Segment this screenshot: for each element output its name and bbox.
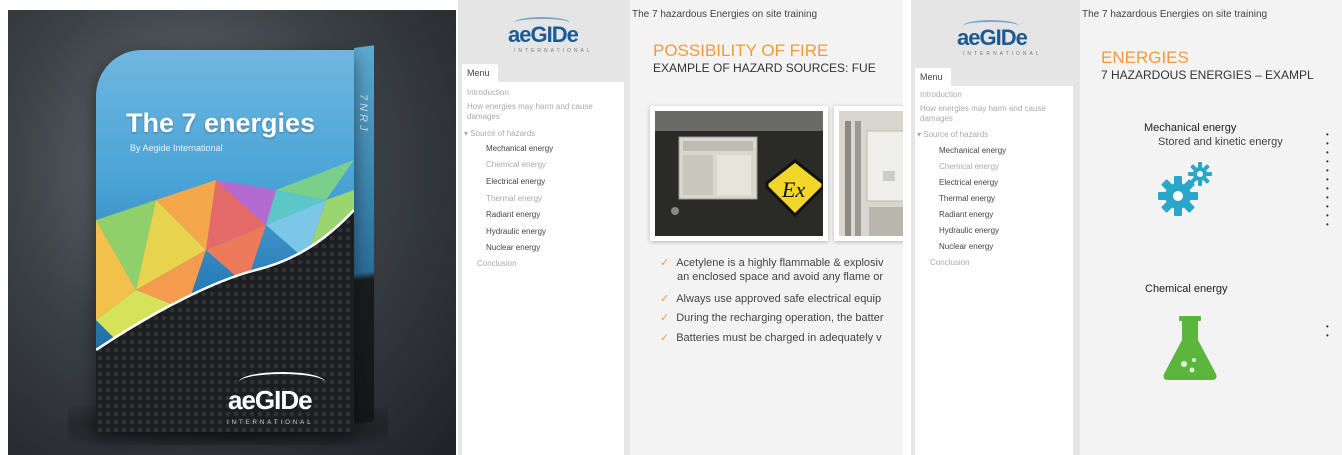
check-icon: ✓ <box>660 257 670 269</box>
menu-list: Introduction How energies may harm and c… <box>462 82 624 455</box>
slide-subtitle: EXAMPLE OF HAZARD SOURCES: FUE <box>653 61 876 75</box>
bullet-item: ✓ Acetylene is a highly flammable & explo… <box>660 257 884 269</box>
menu-item-source-of-hazards[interactable]: ▾ Source of hazards <box>464 129 535 138</box>
menu-item-conclusion[interactable]: Conclusion <box>930 258 970 267</box>
bullet-item: ✓ Always use approved safe electrical equ… <box>660 293 882 305</box>
menu-item-source-of-hazards[interactable]: ▾ Source of hazards <box>917 130 988 139</box>
logo-subtitle: INTERNATIONAL <box>963 51 1042 57</box>
mechanical-energy-label: Mechanical energy <box>1144 122 1237 134</box>
explosion-proof-photo: Ex <box>655 111 825 236</box>
app-window-energies: aeGIDe INTERNATIONAL Menu Introduction H… <box>911 0 1342 455</box>
sidebar: aeGIDe INTERNATIONAL Menu Introduction H… <box>458 0 630 455</box>
check-icon: ✓ <box>660 312 670 324</box>
menu-item-nuclear[interactable]: Nuclear energy <box>939 242 993 251</box>
course-title: The 7 hazardous Energies on site trainin… <box>1082 9 1268 20</box>
menu-list: Introduction How energies may harm and c… <box>915 86 1073 455</box>
photo-storage-room <box>834 106 903 241</box>
mechanical-energy-sub: Stored and kinetic energy <box>1158 136 1283 148</box>
logo-subtitle: INTERNATIONAL <box>514 48 593 54</box>
menu-item-introduction[interactable]: Introduction <box>920 90 962 99</box>
box-logo-subtitle: INTERNATIONAL <box>227 420 314 426</box>
flask-icon <box>1163 316 1217 380</box>
menu-item-how-energies-harm[interactable]: How energies may harm and cause damages <box>467 102 612 122</box>
box-logo: aeGIDe <box>228 385 313 415</box>
menu-item-hydraulic[interactable]: Hydraulic energy <box>939 226 999 235</box>
box-side-text: 7NRJ <box>357 94 369 134</box>
box-subtitle: By Aegide International <box>130 143 223 153</box>
box-title: The 7 energies <box>126 108 316 138</box>
menu-item-electrical[interactable]: Electrical energy <box>939 178 998 187</box>
product-box-image: 7NRJ The 7 energies By Aegide Internatio… <box>8 10 456 455</box>
course-title: The 7 hazardous Energies on site trainin… <box>632 9 818 20</box>
gears-icon <box>1158 162 1212 216</box>
box-front: The 7 energies By Aegide International a… <box>96 50 354 432</box>
logo: aeGIDe <box>957 25 1028 50</box>
menu-item-chemical[interactable]: Chemical energy <box>486 160 546 169</box>
check-icon: ✓ <box>660 332 670 344</box>
bullet-dots: • • <box>1326 322 1329 340</box>
menu-item-how-energies-harm[interactable]: How energies may harm and cause damages <box>920 104 1065 124</box>
menu-item-conclusion[interactable]: Conclusion <box>477 259 517 268</box>
menu-item-electrical[interactable]: Electrical energy <box>486 177 545 186</box>
menu-item-radiant[interactable]: Radiant energy <box>939 210 993 219</box>
menu-item-chemical[interactable]: Chemical energy <box>939 162 999 171</box>
chemical-energy-label: Chemical energy <box>1145 283 1228 295</box>
menu-item-mechanical[interactable]: Mechanical energy <box>486 144 553 153</box>
bullet-item-continued: an enclosed space and avoid any flame or <box>677 271 884 283</box>
slide-subtitle: 7 HAZARDOUS ENERGIES – EXAMPL <box>1101 68 1314 82</box>
slide-title: POSSIBILITY OF FIRE <box>653 41 829 60</box>
menu-item-thermal[interactable]: Thermal energy <box>939 194 995 203</box>
bullet-item: ✓ During the recharging operation, the ba… <box>660 312 884 324</box>
storage-room-photo <box>839 111 903 236</box>
photo-equipment-label: Ex <box>650 106 828 241</box>
logo: aeGIDe <box>508 22 579 47</box>
menu-item-mechanical[interactable]: Mechanical energy <box>939 146 1006 155</box>
app-window-fire: aeGIDe INTERNATIONAL Menu Introduction H… <box>458 0 903 455</box>
menu-item-hydraulic[interactable]: Hydraulic energy <box>486 227 546 236</box>
slide-title: ENERGIES <box>1101 48 1189 67</box>
menu-item-thermal[interactable]: Thermal energy <box>486 194 542 203</box>
bullet-item: ✓ Batteries must be charged in adequately… <box>660 332 882 344</box>
check-icon: ✓ <box>660 293 670 305</box>
sidebar: aeGIDe INTERNATIONAL Menu Introduction H… <box>911 0 1080 455</box>
bullet-dots: • • • • • • • • • • • <box>1326 130 1329 229</box>
menu-tab[interactable]: Menu <box>915 68 951 86</box>
menu-tab[interactable]: Menu <box>462 64 498 82</box>
menu-item-introduction[interactable]: Introduction <box>467 88 509 97</box>
menu-item-radiant[interactable]: Radiant energy <box>486 210 540 219</box>
ex-symbol: Ex <box>781 177 805 202</box>
menu-item-nuclear[interactable]: Nuclear energy <box>486 243 540 252</box>
